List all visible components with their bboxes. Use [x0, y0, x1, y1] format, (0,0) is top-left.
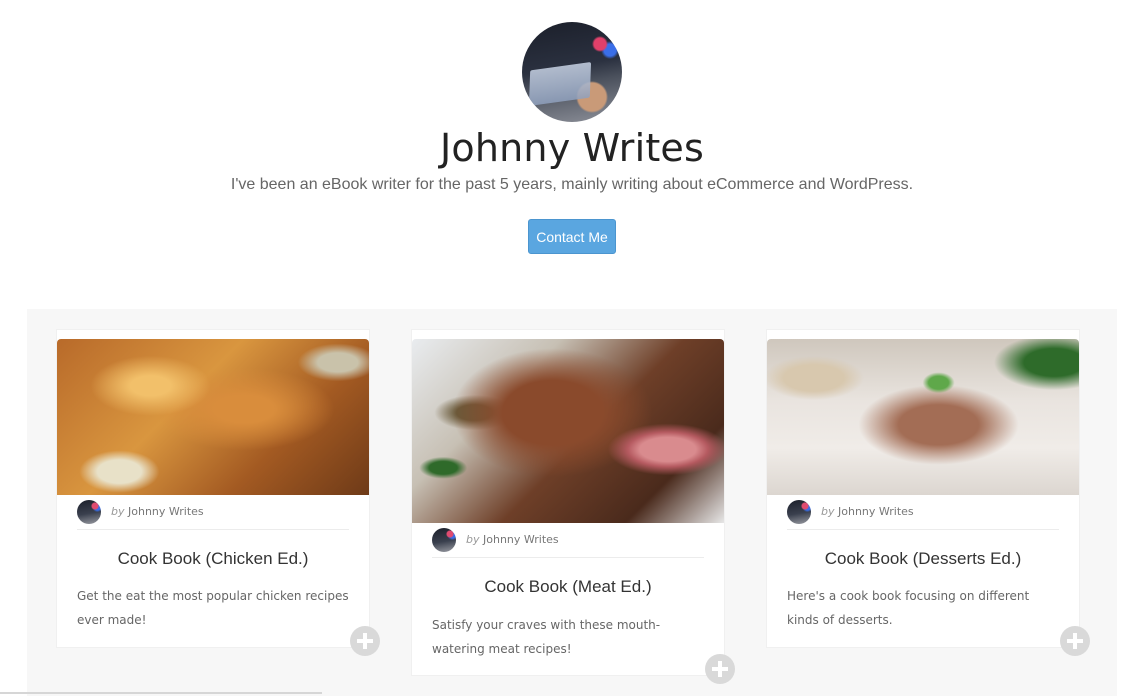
book-title[interactable]: Cook Book (Desserts Ed.): [767, 549, 1079, 569]
profile-bio: I've been an eBook writer for the past 5…: [230, 176, 914, 193]
by-label: by: [111, 505, 125, 518]
book-description: Get the eat the most popular chicken rec…: [77, 589, 349, 627]
author-name[interactable]: Johnny Writes: [838, 505, 914, 518]
page-title: Johnny Writes: [440, 126, 704, 170]
by-label: by: [821, 505, 835, 518]
book-card-chicken[interactable]: by Johnny Writes Cook Book (Chicken Ed.)…: [57, 330, 380, 656]
book-title[interactable]: Cook Book (Meat Ed.): [412, 577, 724, 597]
plus-circle-icon[interactable]: [1060, 626, 1090, 656]
book-cover-image[interactable]: [412, 339, 724, 523]
books-section: by Johnny Writes Cook Book (Chicken Ed.)…: [27, 309, 1117, 696]
author-avatar: [432, 528, 456, 552]
author-name[interactable]: Johnny Writes: [128, 505, 204, 518]
author-byline: by Johnny Writes: [111, 505, 204, 518]
author-meta: by Johnny Writes: [77, 500, 349, 530]
book-card-meat[interactable]: by Johnny Writes Cook Book (Meat Ed.) Sa…: [412, 330, 735, 684]
contact-me-button[interactable]: Contact Me: [528, 219, 616, 254]
plus-circle-icon[interactable]: [350, 626, 380, 656]
scroll-indicator: [0, 692, 322, 694]
profile-avatar: [522, 22, 622, 122]
author-byline: by Johnny Writes: [821, 505, 914, 518]
author-avatar: [787, 500, 811, 524]
book-cover-image[interactable]: [767, 339, 1079, 495]
author-meta: by Johnny Writes: [432, 528, 704, 558]
book-description: Satisfy your craves with these mouth-wat…: [432, 618, 661, 656]
profile-header: Johnny Writes I've been an eBook writer …: [0, 0, 1144, 300]
by-label: by: [466, 533, 480, 546]
author-meta: by Johnny Writes: [787, 500, 1059, 530]
author-byline: by Johnny Writes: [466, 533, 559, 546]
author-name[interactable]: Johnny Writes: [483, 533, 559, 546]
plus-circle-icon[interactable]: [705, 654, 735, 684]
book-description: Here's a cook book focusing on different…: [787, 589, 1030, 627]
book-cover-image[interactable]: [57, 339, 369, 495]
author-avatar: [77, 500, 101, 524]
book-title[interactable]: Cook Book (Chicken Ed.): [57, 549, 369, 569]
book-card-desserts[interactable]: by Johnny Writes Cook Book (Desserts Ed.…: [767, 330, 1090, 656]
